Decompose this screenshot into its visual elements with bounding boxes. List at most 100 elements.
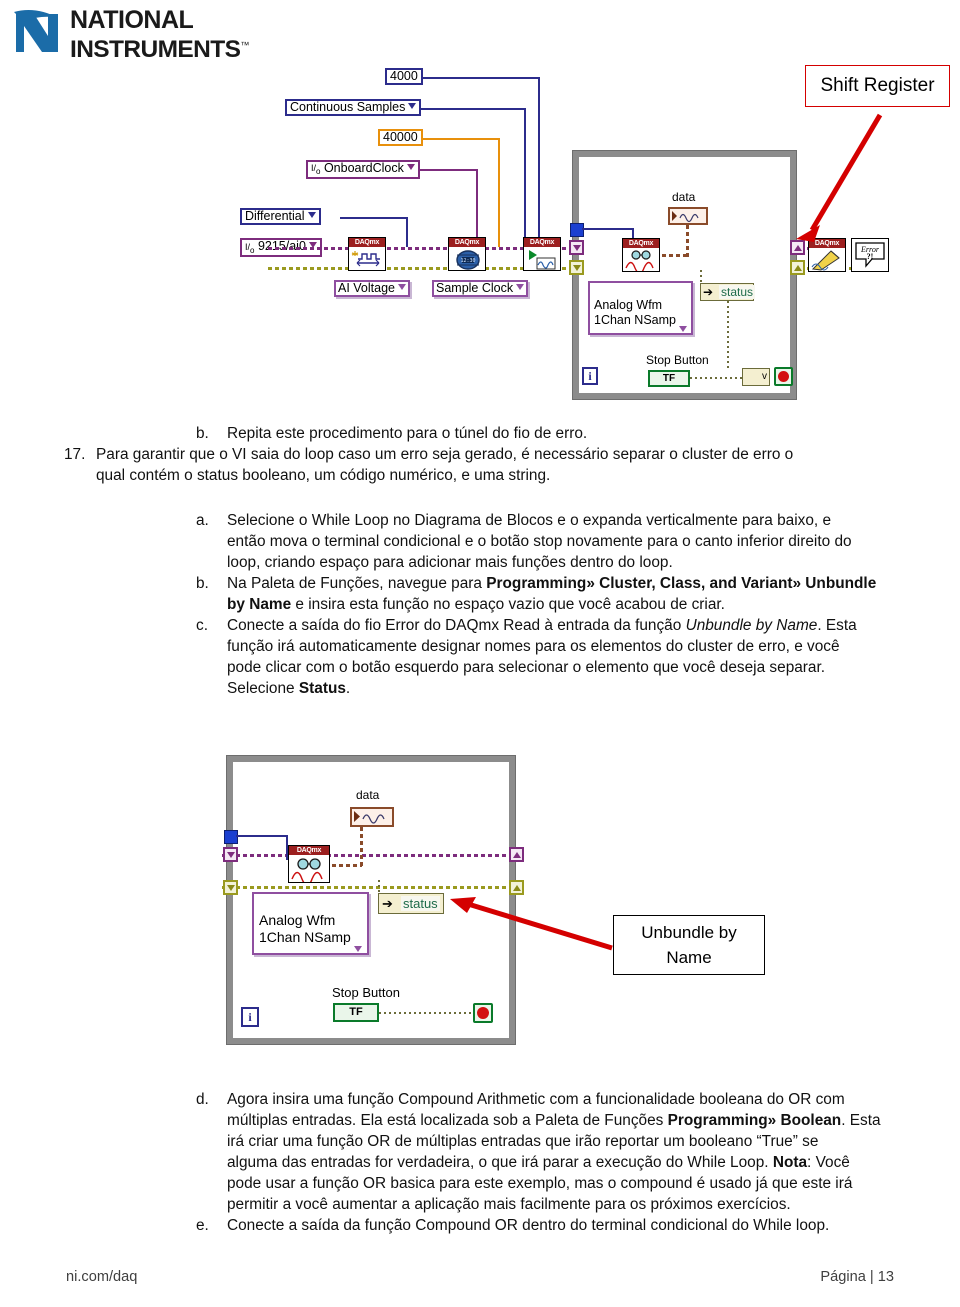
text-item-d-l4b: Status bbox=[298, 680, 346, 697]
vi-caption: DAQmx bbox=[809, 239, 845, 248]
unbundle-by-name-node[interactable]: ➔ status bbox=[378, 893, 444, 914]
triangle-down-icon bbox=[572, 264, 581, 271]
text-item-e-l2c: . Esta bbox=[841, 1112, 881, 1129]
text-item-a-line3: loop, criando espaço para adicionar mais… bbox=[227, 554, 673, 571]
label-stop-button: Stop Button bbox=[646, 353, 709, 367]
shift-register-left-cluster[interactable] bbox=[569, 240, 584, 255]
wire-data-v bbox=[686, 225, 689, 257]
marker-item-d: c. bbox=[196, 617, 208, 634]
io-name-icon: I/o bbox=[311, 163, 321, 176]
wire-diff-v bbox=[406, 217, 408, 247]
unbundle-by-name-node[interactable]: ➔ status bbox=[700, 283, 756, 301]
daqmx-start-task-vi[interactable]: DAQmx bbox=[523, 237, 561, 271]
text-item-e-line3: irá criar uma função OR de múltiplas ent… bbox=[227, 1133, 819, 1150]
io-name-icon: I/o bbox=[245, 242, 255, 255]
simple-error-handler-vi[interactable]: Error ?! bbox=[851, 238, 889, 272]
wire-mode-v bbox=[524, 108, 526, 247]
daqmx-timing-vi[interactable]: DAQmx 12:30 bbox=[448, 237, 486, 271]
text-item-d-line3: pode clicar com o botão esquerdo para se… bbox=[227, 659, 826, 676]
boolean-terminal-blue[interactable] bbox=[224, 830, 238, 844]
chevron-down-icon[interactable] bbox=[353, 945, 362, 952]
error-bubble-icon: Error ?! bbox=[855, 242, 885, 268]
daqmx-read-vi[interactable]: DAQmx bbox=[288, 845, 330, 883]
text-item-c-line1: Na Paleta de Funções, navegue para Progr… bbox=[227, 573, 876, 594]
label-ai-voltage[interactable]: AI Voltage bbox=[334, 280, 410, 298]
daqmx-read-vi[interactable]: DAQmx bbox=[622, 238, 660, 272]
vi-caption: DAQmx bbox=[524, 238, 560, 247]
constant-rate-value: 40000 bbox=[383, 130, 418, 144]
logo-line1: NATIONAL bbox=[70, 6, 194, 34]
shift-register-left-error[interactable] bbox=[569, 260, 584, 275]
label-analog-wfm[interactable]: Analog Wfm 1Chan NSamp bbox=[252, 892, 369, 955]
constant-clock-value: OnboardClock bbox=[323, 161, 404, 175]
chevron-down-icon[interactable] bbox=[679, 325, 687, 332]
label-sample-clock[interactable]: Sample Clock bbox=[432, 280, 529, 298]
shift-register-right-cluster[interactable] bbox=[509, 847, 524, 862]
wire-status-v bbox=[378, 880, 380, 895]
triangle-up-icon bbox=[793, 244, 802, 251]
wire-task-bus bbox=[222, 854, 522, 857]
constant-terminal-config[interactable]: Differential bbox=[240, 208, 321, 226]
text-item-b: Repita este procedimento para o túnel do… bbox=[227, 425, 588, 442]
chevron-down-icon[interactable] bbox=[516, 284, 525, 290]
stop-terminal-icon[interactable] bbox=[473, 1003, 493, 1023]
shift-register-right-error[interactable] bbox=[790, 260, 805, 275]
text-item-e-line6: permitir a você aumentar a aplicação mai… bbox=[227, 1196, 791, 1213]
label-analog-wfm[interactable]: Analog Wfm 1Chan NSamp bbox=[588, 281, 693, 335]
or-function-node[interactable]: v bbox=[742, 368, 770, 386]
daqmx-create-virtual-channel-vi[interactable]: DAQmx bbox=[348, 237, 386, 271]
stop-button-terminal[interactable]: TF bbox=[333, 1003, 379, 1022]
marker-item-b: b. bbox=[196, 425, 209, 442]
text-item-d-l1c: . Esta bbox=[817, 617, 857, 634]
text-item-e-l4c: : Você bbox=[807, 1154, 850, 1171]
shift-register-left-cluster[interactable] bbox=[223, 847, 238, 862]
constant-sample-mode-value: Continuous Samples bbox=[290, 100, 406, 114]
footer-left: ni.com/daq bbox=[66, 1269, 138, 1285]
stop-button-terminal[interactable]: TF bbox=[648, 370, 690, 387]
shift-register-right-error[interactable] bbox=[509, 880, 524, 895]
text-item-a-line1: Selecione o While Loop no Diagrama de Bl… bbox=[227, 512, 832, 529]
page-footer: ni.com/daq Página | 13 bbox=[0, 1269, 960, 1291]
vi-caption: DAQmx bbox=[289, 846, 329, 855]
marker-item-17: 17. bbox=[64, 446, 86, 463]
marker-item-a: a. bbox=[196, 512, 209, 529]
daqmx-clear-task-vi[interactable]: DAQmx bbox=[808, 238, 846, 272]
chevron-down-icon[interactable] bbox=[307, 212, 316, 218]
boolean-terminal-blue[interactable] bbox=[570, 223, 584, 237]
shift-register-left-error[interactable] bbox=[223, 880, 238, 895]
text-item-f-line1: Conecte a saída da função Compound OR de… bbox=[227, 1217, 830, 1234]
text-item-e-line5: pode usar a função OR basica para este e… bbox=[227, 1175, 853, 1192]
loop-iteration-terminal[interactable]: i bbox=[582, 367, 598, 385]
wire-diff-h bbox=[340, 217, 408, 219]
unbundle-arrow-icon: ➔ bbox=[382, 896, 393, 911]
shift-register-right-cluster[interactable] bbox=[790, 240, 805, 255]
text-item-e-l4b: Nota bbox=[772, 1154, 808, 1171]
label-data: data bbox=[672, 190, 696, 204]
vi-caption: DAQmx bbox=[349, 238, 385, 247]
text-item-c-line2: by Name e insira esta função no espaço v… bbox=[227, 594, 725, 615]
data-indicator-terminal[interactable] bbox=[350, 807, 394, 827]
loop-iteration-terminal[interactable]: i bbox=[241, 1007, 259, 1027]
vi-glyph: 12:30 bbox=[449, 247, 485, 270]
chevron-down-icon[interactable] bbox=[398, 284, 406, 290]
constant-rate[interactable]: 40000 bbox=[378, 129, 423, 147]
vi-caption: DAQmx bbox=[449, 238, 485, 247]
stop-terminal-icon[interactable] bbox=[774, 367, 793, 386]
data-indicator-terminal[interactable] bbox=[668, 207, 708, 225]
chevron-down-icon[interactable] bbox=[406, 164, 415, 170]
constant-terminal-config-value: Differential bbox=[245, 209, 305, 223]
text-item-e-l2b: Programming» Boolean bbox=[667, 1112, 842, 1129]
label-analog-wfm-text: Analog Wfm 1Chan NSamp bbox=[259, 911, 351, 945]
triangle-down-icon bbox=[226, 884, 235, 891]
constant-sample-mode[interactable]: Continuous Samples bbox=[285, 99, 422, 117]
text-item-d-l1a: Conecte a saída do fio Error do DAQmx Re… bbox=[227, 617, 686, 634]
chevron-down-icon[interactable] bbox=[408, 103, 417, 109]
text-item-e-line2: múltiplas entradas. Ela está localizada … bbox=[227, 1110, 881, 1131]
marker-item-c: b. bbox=[196, 575, 209, 592]
constant-clock-source[interactable]: I/o OnboardClock bbox=[306, 160, 420, 180]
logo-tm: ™ bbox=[240, 40, 249, 50]
vi-glyph bbox=[623, 248, 659, 271]
constant-samples-per-channel[interactable]: 4000 bbox=[385, 68, 423, 86]
constant-physical-channel-value: 9215/ai0 bbox=[257, 239, 306, 253]
unbundle-arrow-icon: ➔ bbox=[703, 285, 714, 299]
